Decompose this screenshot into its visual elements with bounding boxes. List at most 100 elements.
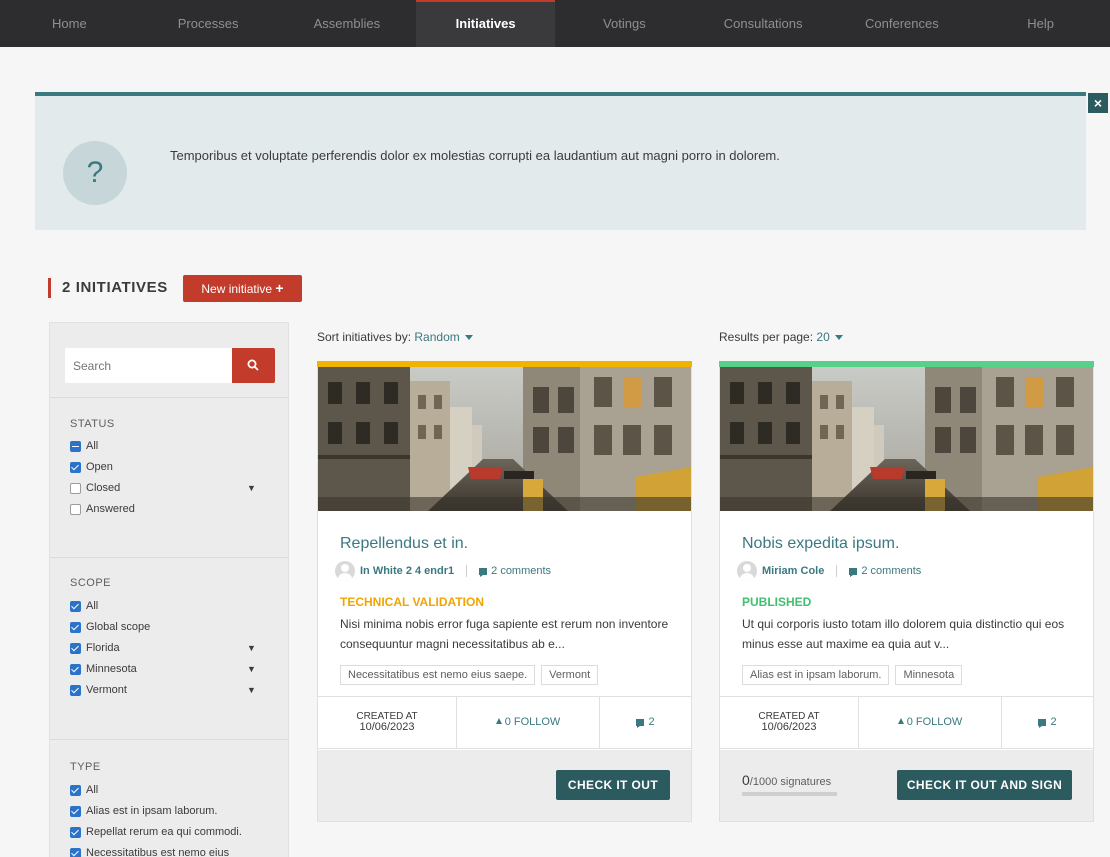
checkbox-checked[interactable] <box>70 826 81 838</box>
new-initiative-label: New initiative <box>201 282 273 296</box>
scope-minnesota[interactable]: Minnesota <box>70 662 137 676</box>
tag[interactable]: Vermont <box>541 665 599 685</box>
checkbox-checked[interactable] <box>70 847 81 857</box>
comment-count[interactable]: 2 <box>1002 697 1093 748</box>
comments-link[interactable]: 2 comments <box>849 565 921 577</box>
author-name[interactable]: In White 2 4 endr1 <box>360 565 454 577</box>
scope-title: SCOPE <box>70 577 112 589</box>
caret-down-icon <box>464 335 473 341</box>
initiative-card[interactable]: Nobis expedita ipsum. Miriam Cole 2 comm… <box>719 361 1094 822</box>
bell-icon <box>495 718 502 725</box>
follow-button[interactable]: 0 FOLLOW <box>859 697 1002 748</box>
search-input[interactable] <box>65 348 232 383</box>
signatures-progress-bar <box>742 792 837 796</box>
divider <box>50 397 288 398</box>
results-value[interactable]: 20 <box>816 330 829 344</box>
scope-global[interactable]: Global scope <box>70 620 150 634</box>
avatar <box>737 561 757 581</box>
nav-processes[interactable]: Processes <box>139 0 278 47</box>
follow-button[interactable]: 0 FOLLOW <box>457 697 600 748</box>
nav-conferences[interactable]: Conferences <box>833 0 972 47</box>
sort-label: Sort initiatives by: <box>317 330 412 344</box>
status-all[interactable]: All <box>70 439 98 453</box>
card-title[interactable]: Repellendus et in. <box>340 535 468 553</box>
nav-consultations[interactable]: Consultations <box>694 0 833 47</box>
checkbox-checked[interactable] <box>70 784 81 796</box>
created-date: 10/06/2023 <box>359 721 415 733</box>
sort-value[interactable]: Random <box>414 330 459 344</box>
search-box <box>65 348 275 383</box>
created-at: CREATED AT 10/06/2023 <box>720 697 859 748</box>
nav-home[interactable]: Home <box>0 0 139 47</box>
scope-all[interactable]: All <box>70 599 98 613</box>
signatures-count: 0 <box>742 772 750 788</box>
comments-link[interactable]: 2 comments <box>479 565 551 577</box>
chevron-down-icon[interactable]: ▼ <box>247 685 256 695</box>
top-navigation: Home Processes Assemblies Initiatives Vo… <box>0 0 1110 47</box>
checkbox-checked[interactable] <box>70 663 81 675</box>
card-description: Nisi minima nobis error fuga sapiente es… <box>340 617 669 651</box>
results-label: Results per page: <box>719 330 814 344</box>
checkbox-checked[interactable] <box>70 461 81 473</box>
checkbox-checked[interactable] <box>70 621 81 633</box>
divider <box>50 739 288 740</box>
chevron-down-icon[interactable]: ▼ <box>247 483 256 493</box>
card-meta: Miriam Cole 2 comments <box>737 561 921 581</box>
option-label: Alias est in ipsam laborum. <box>86 805 218 817</box>
status-title: STATUS <box>70 418 115 430</box>
sort-selector[interactable]: Sort initiatives by: Random <box>317 330 473 344</box>
comment-icon <box>849 567 858 577</box>
initiatives-count: 2 INITIATIVES <box>48 278 168 298</box>
option-label: Closed <box>86 482 121 494</box>
type-option[interactable]: Alias est in ipsam laborum. <box>70 804 217 818</box>
status-answered[interactable]: Answered <box>70 502 135 516</box>
nav-help[interactable]: Help <box>971 0 1110 47</box>
results-per-page-selector[interactable]: Results per page: 20 <box>719 330 843 344</box>
tag[interactable]: Minnesota <box>895 665 963 685</box>
check-it-out-button[interactable]: CHECK IT OUT <box>556 770 670 800</box>
search-button[interactable] <box>232 348 275 383</box>
option-label: All <box>86 784 99 796</box>
nav-assemblies[interactable]: Assemblies <box>278 0 417 47</box>
follow-label: 0 FOLLOW <box>906 716 963 728</box>
status-open[interactable]: Open <box>70 460 113 474</box>
nav-votings[interactable]: Votings <box>555 0 694 47</box>
tag[interactable]: Alias est in ipsam laborum. <box>742 665 890 685</box>
type-option[interactable]: Necessitatibus est nemo eius <box>70 846 229 857</box>
caret-down-icon <box>834 335 843 341</box>
close-callout-button[interactable]: × <box>1088 93 1108 113</box>
checkbox-checked[interactable] <box>70 684 81 696</box>
comment-icon <box>479 567 488 577</box>
question-icon: ? <box>63 141 127 205</box>
nav-initiatives[interactable]: Initiatives <box>416 0 555 47</box>
initiative-image <box>720 367 1093 511</box>
new-initiative-button[interactable]: New initiative + <box>183 275 302 302</box>
type-option[interactable]: Repellat rerum ea qui commodi. <box>70 825 242 839</box>
checkbox-partial[interactable] <box>70 440 81 452</box>
card-title[interactable]: Nobis expedita ipsum. <box>742 535 899 553</box>
checkbox-checked[interactable] <box>70 642 81 654</box>
created-date: 10/06/2023 <box>761 721 817 733</box>
avatar <box>335 561 355 581</box>
card-state: TECHNICAL VALIDATION <box>340 595 484 609</box>
comment-count[interactable]: 2 <box>600 697 691 748</box>
chevron-down-icon[interactable]: ▼ <box>247 664 256 674</box>
initiative-card[interactable]: Repellendus et in. In White 2 4 endr1 2 … <box>317 361 692 822</box>
check-it-out-and-sign-button[interactable]: CHECK IT OUT AND SIGN <box>897 770 1072 800</box>
scope-vermont[interactable]: Vermont <box>70 683 127 697</box>
card-tags: Necessitatibus est nemo eius saepe. Verm… <box>340 665 599 685</box>
type-all[interactable]: All <box>70 783 98 797</box>
card-action-area: 0/1000 signatures CHECK IT OUT AND SIGN <box>720 750 1093 821</box>
checkbox-checked[interactable] <box>70 600 81 612</box>
checkbox-unchecked[interactable] <box>70 482 81 494</box>
status-closed[interactable]: Closed <box>70 481 120 495</box>
chevron-down-icon[interactable]: ▼ <box>247 643 256 653</box>
checkbox-checked[interactable] <box>70 805 81 817</box>
option-label: All <box>86 440 99 452</box>
option-label: Florida <box>86 642 120 654</box>
checkbox-unchecked[interactable] <box>70 503 81 515</box>
author-name[interactable]: Miriam Cole <box>762 565 824 577</box>
separator <box>466 565 468 577</box>
tag[interactable]: Necessitatibus est nemo eius saepe. <box>340 665 536 685</box>
scope-florida[interactable]: Florida <box>70 641 120 655</box>
